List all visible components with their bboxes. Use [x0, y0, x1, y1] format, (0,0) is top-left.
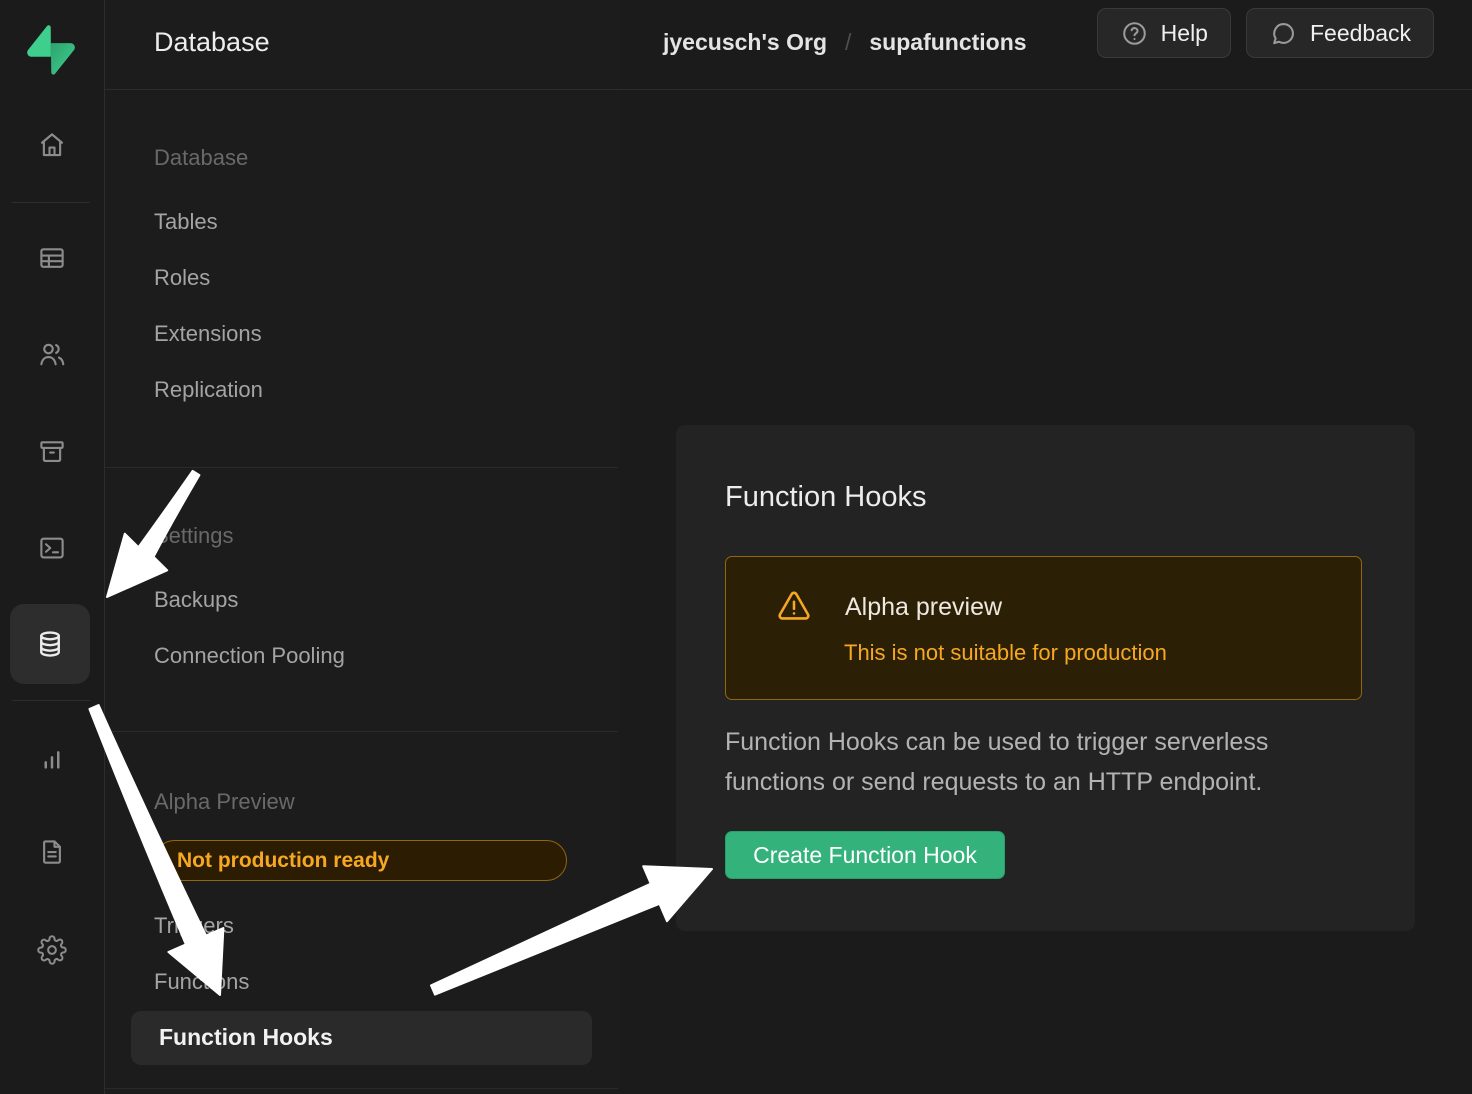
not-production-ready-badge: Not production ready [154, 840, 567, 881]
storage-icon [37, 436, 67, 466]
nav-database-button[interactable] [10, 604, 90, 684]
breadcrumb: jyecusch's Org / supafunctions [663, 29, 1027, 56]
supabase-logo[interactable] [26, 25, 76, 75]
nav-home-button[interactable] [24, 117, 80, 173]
sidebar-item-connection-pooling[interactable]: Connection Pooling [154, 643, 345, 669]
warning-triangle-icon [776, 588, 812, 624]
docs-icon [37, 837, 67, 867]
supabase-dashboard: Database Database Tables Roles Extension… [0, 0, 1472, 1094]
feedback-button-label: Feedback [1310, 20, 1411, 47]
alert-description: This is not suitable for production [844, 640, 1167, 666]
nav-docs-button[interactable] [24, 824, 80, 880]
sidebar-divider [105, 731, 618, 732]
sql-editor-icon [37, 533, 67, 563]
card-description: Function Hooks can be used to trigger se… [725, 722, 1268, 802]
sidebar-item-extensions[interactable]: Extensions [154, 321, 262, 347]
reports-icon [37, 743, 67, 773]
nav-table-editor-button[interactable] [24, 230, 80, 286]
alert-title: Alpha preview [845, 593, 1002, 622]
alpha-preview-alert: Alpha preview This is not suitable for p… [725, 556, 1362, 700]
sidebar-header: Database [105, 0, 618, 90]
breadcrumb-project[interactable]: supafunctions [869, 29, 1026, 56]
sidebar-item-roles[interactable]: Roles [154, 265, 210, 291]
breadcrumb-org[interactable]: jyecusch's Org [663, 29, 827, 56]
nav-storage-button[interactable] [24, 423, 80, 479]
table-editor-icon [37, 243, 67, 273]
card-description-line: Function Hooks can be used to trigger se… [725, 722, 1268, 762]
rail-divider [12, 700, 90, 701]
breadcrumb-separator: / [845, 29, 851, 56]
sidebar-divider [105, 467, 618, 468]
create-function-hook-button[interactable]: Create Function Hook [725, 831, 1005, 879]
sidebar-item-triggers[interactable]: Triggers [154, 913, 234, 939]
section-header-settings: Settings [154, 523, 234, 549]
sidebar-item-backups[interactable]: Backups [154, 587, 238, 613]
card-description-line: functions or send requests to an HTTP en… [725, 762, 1268, 802]
help-button[interactable]: Help [1097, 8, 1231, 58]
nav-reports-button[interactable] [24, 730, 80, 786]
header-actions: Help Feedback [1097, 8, 1434, 58]
nav-settings-button[interactable] [24, 922, 80, 978]
home-icon [37, 130, 67, 160]
section-header-database: Database [154, 145, 248, 171]
card-title: Function Hooks [725, 481, 927, 514]
sidebar-item-functions[interactable]: Functions [154, 969, 249, 995]
nav-rail [0, 0, 105, 1094]
main-header: jyecusch's Org / supafunctions Help Feed… [618, 0, 1472, 90]
sidebar-item-function-hooks[interactable]: Function Hooks [131, 1011, 592, 1065]
auth-users-icon [37, 339, 67, 369]
database-icon [35, 629, 65, 659]
nav-sql-editor-button[interactable] [24, 520, 80, 576]
function-hooks-card: Function Hooks Alpha preview This is not… [676, 425, 1415, 931]
settings-gear-icon [37, 935, 67, 965]
sidebar-item-label: Function Hooks [159, 1024, 333, 1051]
help-circle-icon [1120, 19, 1149, 48]
help-button-label: Help [1161, 20, 1208, 47]
supabase-logo-icon [26, 25, 76, 75]
feedback-button[interactable]: Feedback [1246, 8, 1434, 58]
sidebar-divider [105, 1088, 618, 1089]
sidebar-title: Database [154, 27, 270, 58]
sidebar-item-tables[interactable]: Tables [154, 209, 218, 235]
sidebar-item-replication[interactable]: Replication [154, 377, 263, 403]
rail-divider [12, 202, 90, 203]
section-header-alpha-preview: Alpha Preview [154, 789, 295, 815]
nav-auth-button[interactable] [24, 326, 80, 382]
main-content: jyecusch's Org / supafunctions Help Feed… [618, 0, 1472, 1094]
feedback-bubble-icon [1269, 19, 1298, 48]
database-sidebar: Database Database Tables Roles Extension… [105, 0, 619, 1094]
